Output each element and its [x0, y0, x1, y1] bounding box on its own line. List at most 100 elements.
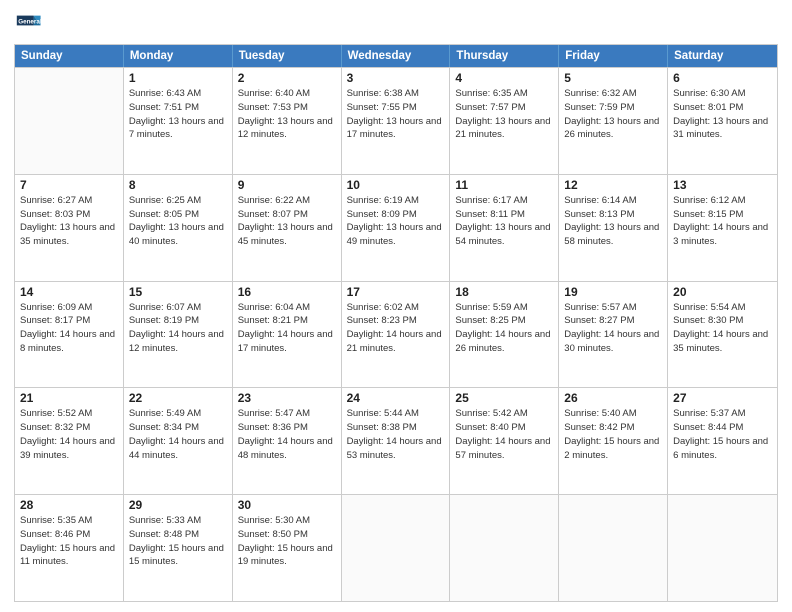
calendar-cell: 21 Sunrise: 5:52 AMSunset: 8:32 PMDayligh…	[15, 388, 124, 494]
day-info: Sunrise: 6:25 AMSunset: 8:05 PMDaylight:…	[129, 194, 227, 249]
day-info: Sunrise: 5:59 AMSunset: 8:25 PMDaylight:…	[455, 301, 553, 356]
calendar-cell: 9Sunrise: 6:22 AMSunset: 8:07 PMDaylight…	[233, 175, 342, 281]
day-info: Sunrise: 6:14 AMSunset: 8:13 PMDaylight:…	[564, 194, 662, 249]
calendar-cell: 27Sunrise: 5:37 AMSunset: 8:44 PMDayligh…	[668, 388, 777, 494]
day-info: Sunrise: 6:19 AMSunset: 8:09 PMDaylight:…	[347, 194, 445, 249]
day-info: Sunrise: 5:44 AMSunset: 8:38 PMDaylight:…	[347, 407, 445, 462]
day-number: 25	[455, 391, 553, 405]
calendar-header-cell: Tuesday	[233, 45, 342, 67]
day-number: 5	[564, 71, 662, 85]
calendar-row: 14 Sunrise: 6:09 AMSunset: 8:17 PMDayligh…	[15, 281, 777, 388]
page: General SundayMondayTuesdayWednesdayThur…	[0, 0, 792, 612]
day-info: Sunrise: 5:52 AMSunset: 8:32 PMDaylight:…	[20, 407, 118, 462]
calendar-cell	[559, 495, 668, 601]
calendar-cell	[342, 495, 451, 601]
day-info: Sunrise: 6:35 AMSunset: 7:57 PMDaylight:…	[455, 87, 553, 142]
day-info: Sunrise: 5:37 AMSunset: 8:44 PMDaylight:…	[673, 407, 772, 462]
day-info: Sunrise: 5:42 AMSunset: 8:40 PMDaylight:…	[455, 407, 553, 462]
day-number: 16	[238, 285, 336, 299]
calendar-header-cell: Sunday	[15, 45, 124, 67]
calendar-header-cell: Friday	[559, 45, 668, 67]
day-number: 7	[20, 178, 118, 192]
calendar-cell	[668, 495, 777, 601]
day-number: 13	[673, 178, 772, 192]
calendar-header: SundayMondayTuesdayWednesdayThursdayFrid…	[15, 45, 777, 67]
day-number: 30	[238, 498, 336, 512]
calendar-cell: 15 Sunrise: 6:07 AMSunset: 8:19 PMDayligh…	[124, 282, 233, 388]
calendar-cell: 26 Sunrise: 5:40 AMSunset: 8:42 PMDayligh…	[559, 388, 668, 494]
calendar-cell: 3 Sunrise: 6:38 AMSunset: 7:55 PMDaylight…	[342, 68, 451, 174]
day-info: Sunrise: 5:57 AMSunset: 8:27 PMDaylight:…	[564, 301, 662, 356]
day-info: Sunrise: 6:27 AMSunset: 8:03 PMDaylight:…	[20, 194, 118, 249]
logo-icon: General	[14, 10, 42, 38]
day-number: 3	[347, 71, 445, 85]
day-number: 21	[20, 391, 118, 405]
day-info: Sunrise: 5:54 AMSunset: 8:30 PMDaylight:…	[673, 301, 772, 356]
day-number: 11	[455, 178, 553, 192]
calendar-cell: 18 Sunrise: 5:59 AMSunset: 8:25 PMDayligh…	[450, 282, 559, 388]
day-info: Sunrise: 6:09 AMSunset: 8:17 PMDaylight:…	[20, 301, 118, 356]
day-number: 29	[129, 498, 227, 512]
calendar-cell: 24Sunrise: 5:44 AMSunset: 8:38 PMDayligh…	[342, 388, 451, 494]
calendar-cell: 28Sunrise: 5:35 AMSunset: 8:46 PMDayligh…	[15, 495, 124, 601]
day-info: Sunrise: 6:32 AMSunset: 7:59 PMDaylight:…	[564, 87, 662, 142]
day-info: Sunrise: 6:43 AMSunset: 7:51 PMDaylight:…	[129, 87, 227, 142]
day-info: Sunrise: 6:30 AMSunset: 8:01 PMDaylight:…	[673, 87, 772, 142]
day-number: 10	[347, 178, 445, 192]
calendar-row: 1Sunrise: 6:43 AMSunset: 7:51 PMDaylight…	[15, 67, 777, 174]
calendar-body: 1Sunrise: 6:43 AMSunset: 7:51 PMDaylight…	[15, 67, 777, 601]
day-info: Sunrise: 5:33 AMSunset: 8:48 PMDaylight:…	[129, 514, 227, 569]
calendar-cell: 20 Sunrise: 5:54 AMSunset: 8:30 PMDayligh…	[668, 282, 777, 388]
logo: General	[14, 10, 46, 38]
day-number: 19	[564, 285, 662, 299]
day-number: 23	[238, 391, 336, 405]
day-number: 14	[20, 285, 118, 299]
calendar-cell: 6 Sunrise: 6:30 AMSunset: 8:01 PMDaylight…	[668, 68, 777, 174]
calendar-cell: 19 Sunrise: 5:57 AMSunset: 8:27 PMDayligh…	[559, 282, 668, 388]
calendar-header-cell: Monday	[124, 45, 233, 67]
day-number: 20	[673, 285, 772, 299]
day-info: Sunrise: 6:12 AMSunset: 8:15 PMDaylight:…	[673, 194, 772, 249]
day-info: Sunrise: 6:04 AMSunset: 8:21 PMDaylight:…	[238, 301, 336, 356]
day-info: Sunrise: 5:40 AMSunset: 8:42 PMDaylight:…	[564, 407, 662, 462]
calendar-cell: 7 Sunrise: 6:27 AMSunset: 8:03 PMDaylight…	[15, 175, 124, 281]
calendar-row: 7 Sunrise: 6:27 AMSunset: 8:03 PMDaylight…	[15, 174, 777, 281]
day-number: 17	[347, 285, 445, 299]
day-number: 22	[129, 391, 227, 405]
day-number: 26	[564, 391, 662, 405]
calendar-header-cell: Saturday	[668, 45, 777, 67]
day-number: 28	[20, 498, 118, 512]
calendar-cell: 2 Sunrise: 6:40 AMSunset: 7:53 PMDaylight…	[233, 68, 342, 174]
day-info: Sunrise: 6:02 AMSunset: 8:23 PMDaylight:…	[347, 301, 445, 356]
calendar-cell: 25 Sunrise: 5:42 AMSunset: 8:40 PMDayligh…	[450, 388, 559, 494]
calendar-header-cell: Wednesday	[342, 45, 451, 67]
calendar-cell: 12Sunrise: 6:14 AMSunset: 8:13 PMDayligh…	[559, 175, 668, 281]
calendar-cell: 30 Sunrise: 5:30 AMSunset: 8:50 PMDayligh…	[233, 495, 342, 601]
calendar-cell: 14 Sunrise: 6:09 AMSunset: 8:17 PMDayligh…	[15, 282, 124, 388]
calendar-header-cell: Thursday	[450, 45, 559, 67]
calendar-cell: 10 Sunrise: 6:19 AMSunset: 8:09 PMDayligh…	[342, 175, 451, 281]
calendar-cell: 11 Sunrise: 6:17 AMSunset: 8:11 PMDayligh…	[450, 175, 559, 281]
day-number: 18	[455, 285, 553, 299]
day-number: 6	[673, 71, 772, 85]
svg-text:General: General	[18, 18, 42, 25]
day-info: Sunrise: 5:30 AMSunset: 8:50 PMDaylight:…	[238, 514, 336, 569]
calendar-row: 28Sunrise: 5:35 AMSunset: 8:46 PMDayligh…	[15, 494, 777, 601]
day-number: 15	[129, 285, 227, 299]
calendar-cell: 4Sunrise: 6:35 AMSunset: 7:57 PMDaylight…	[450, 68, 559, 174]
calendar-container: SundayMondayTuesdayWednesdayThursdayFrid…	[14, 44, 778, 602]
calendar-cell: 8Sunrise: 6:25 AMSunset: 8:05 PMDaylight…	[124, 175, 233, 281]
calendar-cell	[450, 495, 559, 601]
day-info: Sunrise: 6:38 AMSunset: 7:55 PMDaylight:…	[347, 87, 445, 142]
calendar-cell: 16 Sunrise: 6:04 AMSunset: 8:21 PMDayligh…	[233, 282, 342, 388]
day-info: Sunrise: 6:22 AMSunset: 8:07 PMDaylight:…	[238, 194, 336, 249]
day-info: Sunrise: 6:07 AMSunset: 8:19 PMDaylight:…	[129, 301, 227, 356]
calendar-cell: 5 Sunrise: 6:32 AMSunset: 7:59 PMDaylight…	[559, 68, 668, 174]
day-number: 2	[238, 71, 336, 85]
calendar-cell: 23Sunrise: 5:47 AMSunset: 8:36 PMDayligh…	[233, 388, 342, 494]
calendar-cell: 22 Sunrise: 5:49 AMSunset: 8:34 PMDayligh…	[124, 388, 233, 494]
day-info: Sunrise: 6:17 AMSunset: 8:11 PMDaylight:…	[455, 194, 553, 249]
calendar-cell	[15, 68, 124, 174]
day-info: Sunrise: 6:40 AMSunset: 7:53 PMDaylight:…	[238, 87, 336, 142]
day-info: Sunrise: 5:49 AMSunset: 8:34 PMDaylight:…	[129, 407, 227, 462]
